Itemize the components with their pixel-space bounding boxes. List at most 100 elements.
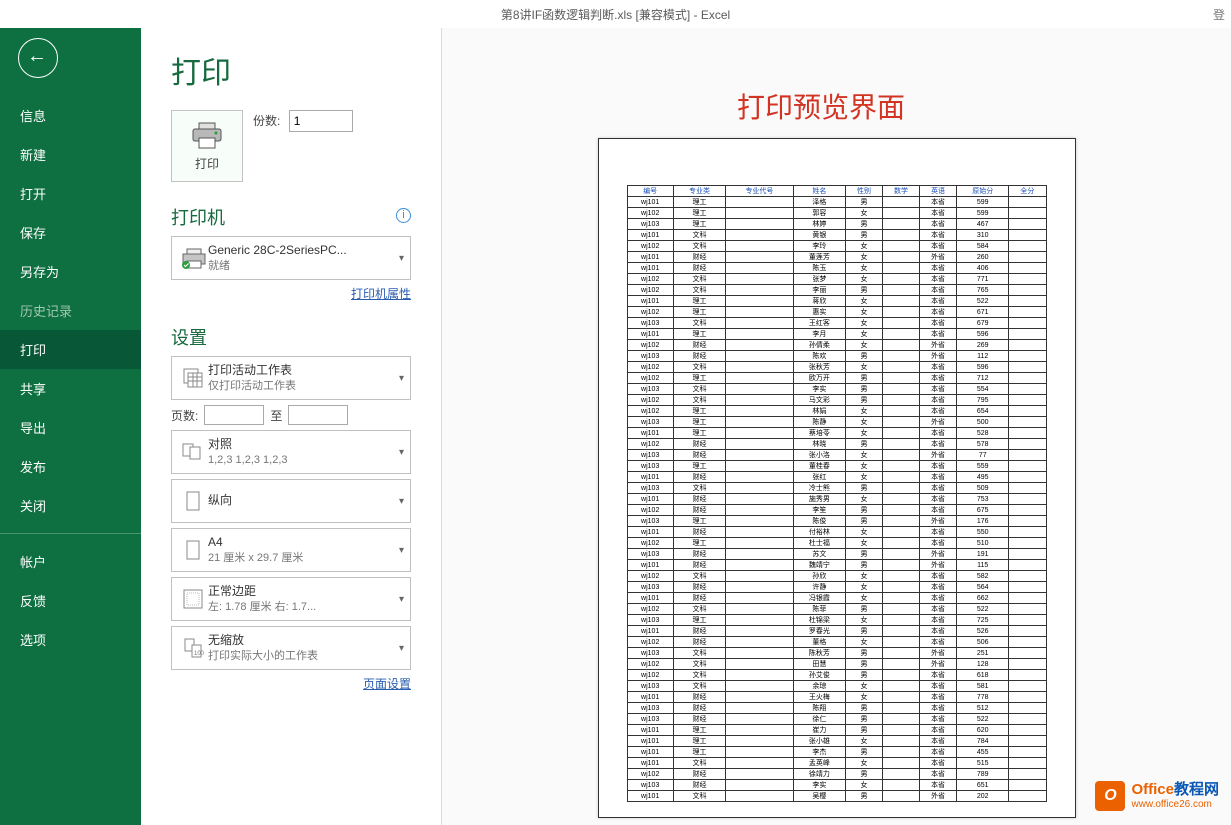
table-row: wj101理工李月女本省596 [627,329,1046,340]
table-row: wj102文科陈菲男本省522 [627,604,1046,615]
dropdown-caret-icon: ▾ [399,253,404,264]
annotation-text: 打印预览界面 [737,86,905,126]
paper-select[interactable]: A4 21 厘米 x 29.7 厘米 ▾ [171,528,411,572]
orientation-select[interactable]: 纵向 ▾ [171,479,411,523]
menu-new[interactable]: 新建 [0,135,141,174]
menu-save[interactable]: 保存 [0,213,141,252]
menu-close[interactable]: 关闭 [0,486,141,525]
table-row: wj101财经付裕林女本省550 [627,527,1046,538]
margins-sub: 左: 1.78 厘米 右: 1.7... [208,600,395,614]
scaling-select[interactable]: 100 无缩放 打印实际大小的工作表 ▾ [171,626,411,670]
table-row: wj101理工泽格男本省599 [627,197,1046,208]
print-scope-select[interactable]: 打印活动工作表 仅打印活动工作表 ▾ [171,356,411,400]
table-row: wj103财经张小洛女外省77 [627,450,1046,461]
pages-range: 页数: 至 [171,405,411,425]
dropdown-caret-icon: ▾ [399,545,404,556]
printer-device-icon [178,246,208,270]
printer-select[interactable]: Generic 28C-2SeriesPC... 就绪 ▾ [171,236,411,280]
table-row: wj103文科冷士熊男本省509 [627,483,1046,494]
table-row: wj102文科田慧男外省128 [627,659,1046,670]
menu-publish[interactable]: 发布 [0,447,141,486]
table-row: wj103财经陈欢男外省112 [627,351,1046,362]
orientation-portrait-icon [178,490,208,512]
table-row: wj102理工欧万开男本省712 [627,373,1046,384]
sheets-icon [178,367,208,389]
table-row: wj102文科张梦女本省771 [627,274,1046,285]
pages-to-input[interactable] [288,405,348,425]
copies-input[interactable] [289,110,353,132]
title-right: 登 [1213,6,1225,23]
table-row: wj103文科陈秋芳男外省251 [627,648,1046,659]
menu-open[interactable]: 打开 [0,174,141,213]
main-container: 信息 新建 打开 保存 另存为 历史记录 打印 共享 导出 发布 关闭 帐户 反… [0,28,1231,825]
collate-icon [178,441,208,463]
backstage-sidebar: 信息 新建 打开 保存 另存为 历史记录 打印 共享 导出 发布 关闭 帐户 反… [0,28,141,825]
printer-info-icon[interactable]: i [396,208,411,223]
table-header: 专业类 [673,186,725,197]
settings-section-title: 设置 [171,324,411,350]
table-header: 原始分 [957,186,1009,197]
copies-control: 份数: [253,110,353,132]
table-row: wj101理工张小雄女本省784 [627,736,1046,747]
pages-from-input[interactable] [204,405,264,425]
menu-feedback[interactable]: 反馈 [0,581,141,620]
table-row: wj103理工董桂春女本省559 [627,461,1046,472]
menu-account[interactable]: 帐户 [0,542,141,581]
table-row: wj103理工杜锦梁女本省725 [627,615,1046,626]
table-row: wj101财经董莲芳女外省260 [627,252,1046,263]
table-row: wj103财经徐仁男本省522 [627,714,1046,725]
table-row: wj102财经孙倩柔女外省269 [627,340,1046,351]
paper-icon [178,539,208,561]
table-row: wj101文科孟英峰女本省515 [627,758,1046,769]
table-row: wj101文科黄银男本省310 [627,230,1046,241]
collate-select[interactable]: 对照 1,2,3 1,2,3 1,2,3 ▾ [171,430,411,474]
table-row: wj101财经施秀男女本省753 [627,494,1046,505]
menu-info[interactable]: 信息 [0,96,141,135]
table-row: wj103财经陈翔男本省512 [627,703,1046,714]
menu-print[interactable]: 打印 [0,330,141,369]
table-row: wj103财经李实女本省651 [627,780,1046,791]
table-row: wj101理工崔力男本省620 [627,725,1046,736]
dropdown-caret-icon: ▾ [399,373,404,384]
table-row: wj102财经李笙男本省675 [627,505,1046,516]
table-row: wj103理工陈俊男外省176 [627,516,1046,527]
page-setup-link[interactable]: 页面设置 [171,675,411,692]
printer-properties-link[interactable]: 打印机属性 [171,285,411,302]
printer-status: 就绪 [208,259,395,273]
app-title: 第8讲IF函数逻辑判断.xls [兼容模式] - Excel [501,8,730,22]
preview-table: 编号专业类专业代号姓名性别数学英语原始分全分 wj101理工泽格男本省599wj… [627,185,1047,802]
table-row: wj102理工郭容女本省599 [627,208,1046,219]
table-row: wj102财经林晓男本省578 [627,439,1046,450]
menu-export[interactable]: 导出 [0,408,141,447]
copies-label: 份数: [253,114,280,128]
menu-share[interactable]: 共享 [0,369,141,408]
menu-history[interactable]: 历史记录 [0,291,141,330]
watermark-logo-icon: O [1095,781,1125,811]
printer-icon [189,121,225,151]
table-row: wj102文科李丽男本省765 [627,285,1046,296]
pages-label: 页数: [171,407,198,424]
dropdown-caret-icon: ▾ [399,496,404,507]
table-header: 英语 [920,186,957,197]
scaling-sub: 打印实际大小的工作表 [208,649,395,663]
scope-title: 打印活动工作表 [208,363,395,379]
table-row: wj102文科张秋芳女本省596 [627,362,1046,373]
table-row: wj101理工李杰男本省455 [627,747,1046,758]
menu-saveas[interactable]: 另存为 [0,252,141,291]
table-header: 专业代号 [726,186,794,197]
page-preview: 编号专业类专业代号姓名性别数学英语原始分全分 wj101理工泽格男本省599wj… [598,138,1076,818]
back-button[interactable] [18,38,58,78]
table-header: 姓名 [793,186,845,197]
table-row: wj103理工陈静女外省500 [627,417,1046,428]
dropdown-caret-icon: ▾ [399,594,404,605]
table-row: wj103文科李实男本省554 [627,384,1046,395]
watermark-url: www.office26.com [1131,799,1219,810]
table-row: wj101财经魏靖宁男外省115 [627,560,1046,571]
table-row: wj101财经冯银霞女本省662 [627,593,1046,604]
print-button[interactable]: 打印 [171,110,243,182]
table-row: wj101理工蔡培苓女本省528 [627,428,1046,439]
dropdown-caret-icon: ▾ [399,447,404,458]
menu-options[interactable]: 选项 [0,620,141,659]
margins-select[interactable]: 正常边距 左: 1.78 厘米 右: 1.7... ▾ [171,577,411,621]
table-header: 编号 [627,186,673,197]
